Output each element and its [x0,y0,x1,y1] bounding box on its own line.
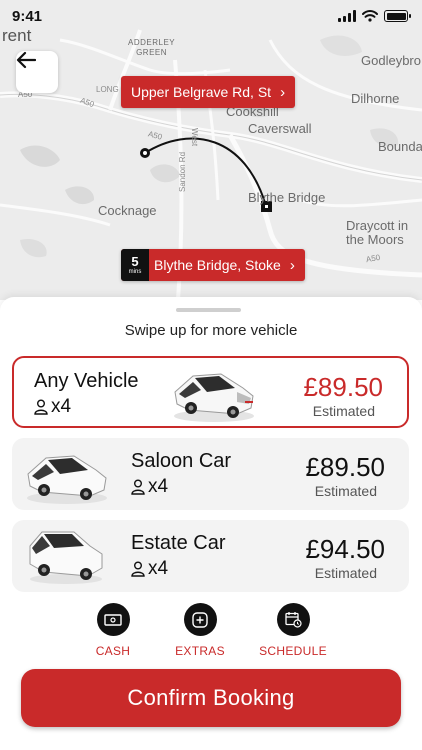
schedule-label: SCHEDULE [259,644,327,658]
map-label-boundary: Bounda [378,139,422,154]
vehicle-option-any[interactable]: Any Vehicle x4 £89.50 Estimated [12,356,409,428]
person-icon [131,561,145,577]
chevron-right-icon: › [280,83,286,101]
person-icon [131,479,145,495]
map-label-draycott: Draycott in the Moors [346,218,409,247]
back-button[interactable] [16,51,58,93]
status-bar: 9:41 [0,0,422,32]
map-label-blythe-bridge: Blythe Bridge [248,190,326,205]
cash-button[interactable]: CASH [73,603,153,658]
map-label-adderley-green: ADDERLEY GREEN [128,38,176,57]
vehicle-option-saloon[interactable]: Saloon Car x4 £89.50 Estimated [12,438,409,510]
map-label-godleybrook: Godleybro [361,53,421,68]
pickup-location-pill[interactable]: Upper Belgrave Rd, St › [121,76,296,108]
seat-count: x4 [148,558,169,579]
dropoff-location-label: Blythe Bridge, Stoke [154,257,281,273]
status-time: 9:41 [12,8,43,25]
arrow-left-icon [16,51,36,69]
swipe-hint: Swipe up for more vehicle [124,322,298,339]
cash-icon [96,603,130,636]
plus-icon [183,603,217,636]
route-map[interactable]: rent ADDERLEY GREEN Godleybro Dilhorne C… [0,0,422,300]
seat-count: x4 [148,476,169,497]
eta-unit: mins [128,268,142,275]
map-label-cocknage: Cocknage [98,203,157,218]
sedan-car-icon [174,373,254,422]
estate-car-icon [29,531,103,584]
map-label-sandon-rd: Sandon Rd [178,151,187,192]
schedule-button[interactable]: SCHEDULE [253,603,333,658]
vehicle-option-estate[interactable]: Estate Car x4 £94.50 Estimated [12,520,409,592]
vehicle-name: Estate Car [131,532,226,554]
vehicle-name: Saloon Car [131,450,232,472]
pickup-location-label: Upper Belgrave Rd, St [131,84,272,100]
wifi-icon [362,10,378,22]
person-icon [34,399,48,415]
calendar-clock-icon [276,603,310,636]
vehicle-price: £94.50 [305,534,385,564]
cash-label: CASH [95,644,131,658]
vehicle-seats: x4 [34,396,71,418]
seat-count: x4 [51,396,72,417]
vehicle-seats: x4 [131,476,168,498]
cellular-signal-icon [338,10,356,22]
dropoff-location-pill[interactable]: 5 mins Blythe Bridge, Stoke › [121,249,305,281]
map-label-dilhorne: Dilhorne [351,91,400,106]
eta-value: 5 [131,253,139,269]
vehicle-seats: x4 [131,558,168,580]
battery-icon [384,10,411,22]
vehicle-name: Any Vehicle [34,370,139,392]
extras-button[interactable]: EXTRAS [160,603,240,658]
booking-actions: CASH EXTRAS SCHEDULE [0,603,422,663]
confirm-booking-button[interactable]: Confirm Booking [21,669,401,727]
vehicle-price-note: Estimated [314,483,377,499]
status-icons [338,10,411,22]
map-label-west: West [190,128,199,147]
vehicle-price-note: Estimated [314,565,377,581]
map-label-long: LONG [96,85,119,94]
chevron-right-icon: › [289,256,295,274]
vehicle-price-note: Estimated [312,403,375,419]
map-label-caverswall: Caverswall [248,121,312,136]
sheet-drag-handle[interactable] [176,308,241,312]
extras-label: EXTRAS [175,644,225,658]
vehicle-bottom-sheet: Swipe up for more vehicle Any Vehicle x4… [0,297,422,750]
saloon-car-icon [27,455,107,504]
vehicle-price: £89.50 [305,452,385,482]
vehicle-price: £89.50 [303,372,383,402]
eta-badge: 5 mins [121,249,149,281]
